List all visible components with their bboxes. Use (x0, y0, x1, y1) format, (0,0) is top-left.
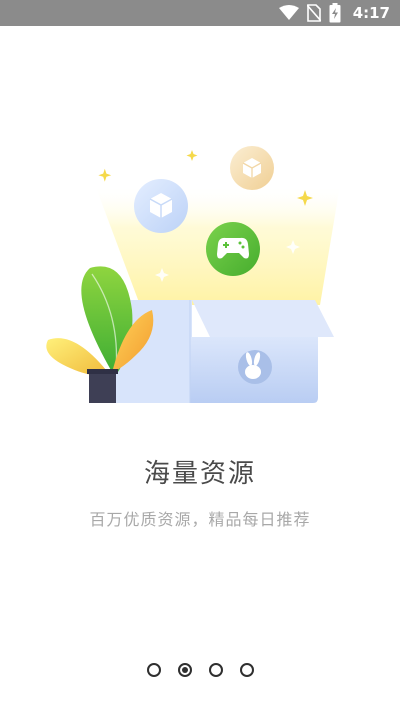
status-icons: 4:17 (278, 3, 390, 23)
rabbit-logo-icon (238, 350, 272, 384)
no-sim-icon (306, 4, 321, 22)
page-dot-2-active[interactable] (177, 663, 192, 677)
wifi-icon (278, 5, 299, 20)
onboarding-screen: 4:17 海量资源 百万优质资源，精品每日推荐 (0, 0, 400, 711)
resources-illustration (46, 146, 340, 403)
page-dot-3[interactable] (208, 663, 223, 677)
status-time: 4:17 (352, 4, 390, 22)
battery-charging-icon (329, 3, 341, 23)
page-dot-4[interactable] (239, 663, 254, 677)
page-dot-1[interactable] (146, 663, 161, 677)
status-bar: 4:17 (0, 0, 400, 26)
page-title: 海量资源 (143, 459, 256, 489)
cube-icon (230, 146, 274, 190)
cube-icon (134, 179, 188, 233)
page-subtitle: 百万优质资源，精品每日推荐 (89, 510, 311, 529)
page-indicator (0, 660, 400, 680)
gamepad-icon (206, 222, 260, 276)
